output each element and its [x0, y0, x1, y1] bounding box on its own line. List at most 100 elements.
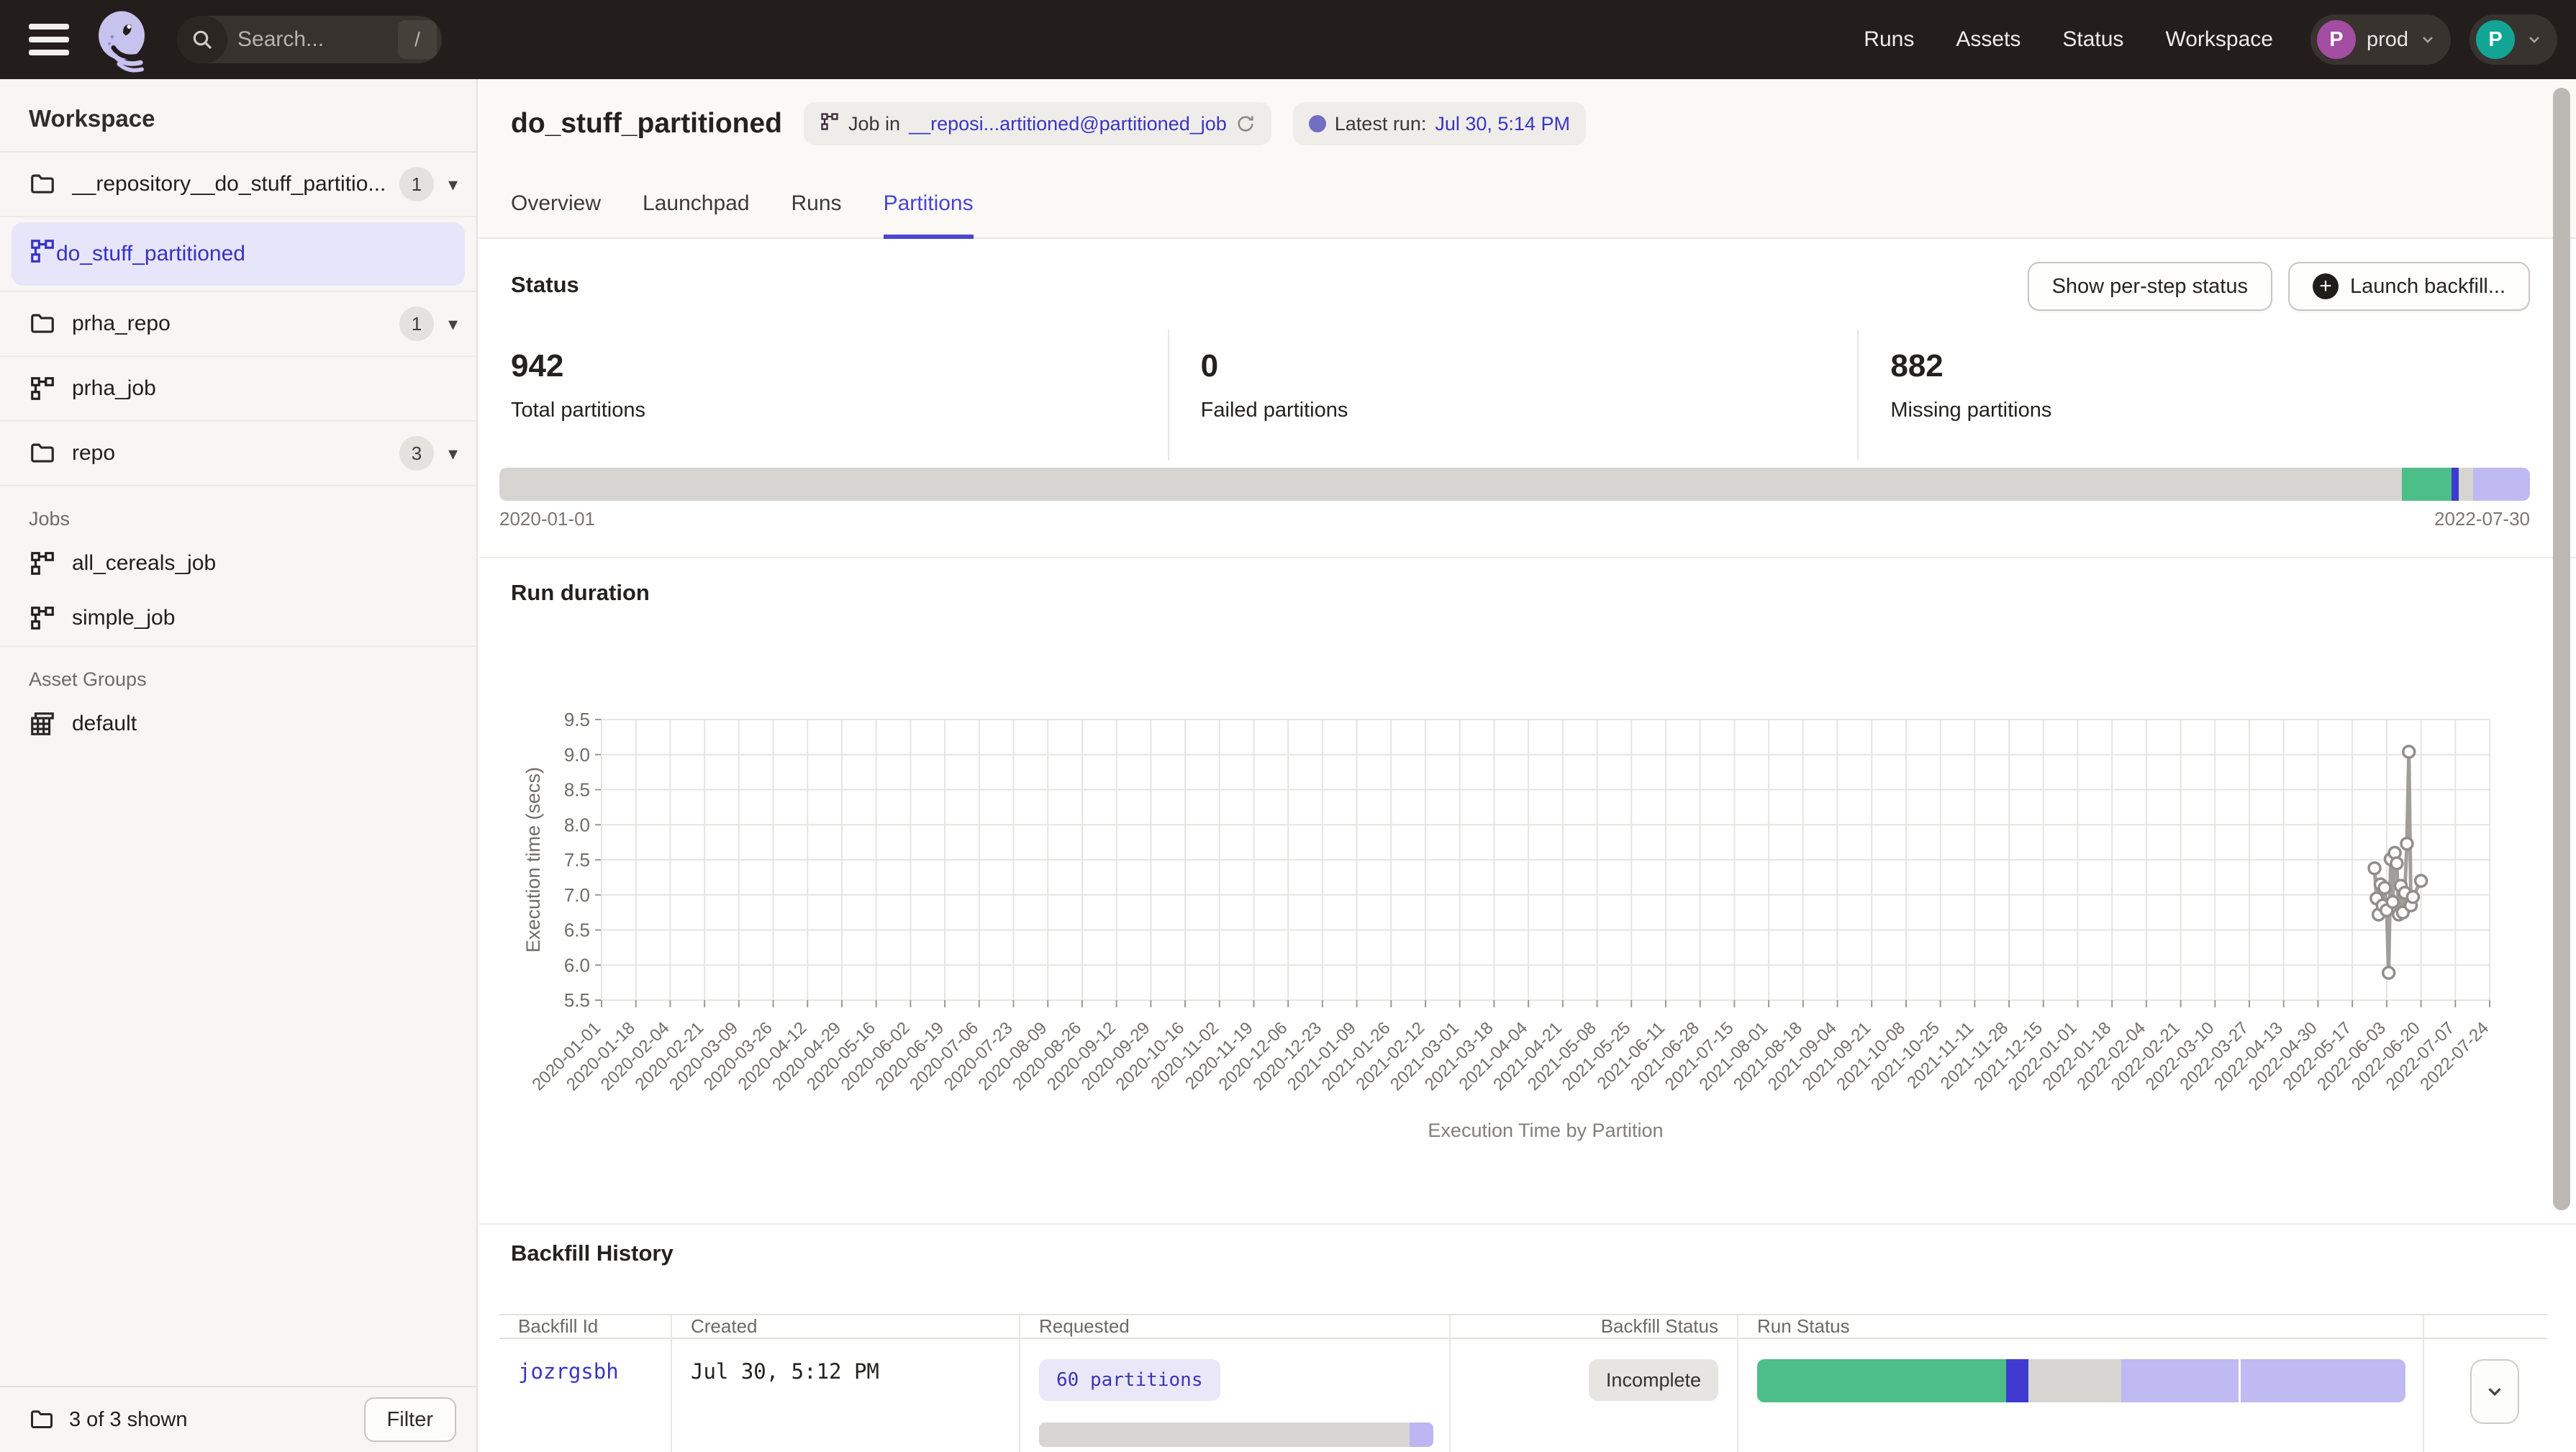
- jobs-list: all_cereals_jobsimple_job: [0, 536, 476, 645]
- data-point-marker: [2391, 858, 2403, 869]
- sidebar-item-prha_repo[interactable]: prha_repo1▾: [0, 292, 476, 357]
- row-actions-cell: [2424, 1339, 2547, 1452]
- backfill-table-header: Backfill IdCreatedRequestedBackfill Stat…: [499, 1314, 2547, 1339]
- sidebar-item-prha_job[interactable]: prha_job: [0, 357, 476, 422]
- repo-count-badge: 3: [399, 436, 434, 471]
- tab-launchpad[interactable]: Launchpad: [643, 191, 749, 239]
- partition-status-bar[interactable]: [499, 468, 2530, 501]
- tab-overview[interactable]: Overview: [511, 191, 601, 239]
- top-nav-assets[interactable]: Assets: [1956, 27, 2021, 52]
- y-tick-label: 8.5: [564, 779, 590, 801]
- backfill-id-link[interactable]: jozrgsbh: [518, 1359, 619, 1384]
- job-icon: [820, 112, 840, 137]
- backfill-table-row: jozrgsbhJul 30, 5:12 PM60 partitions2020…: [499, 1339, 2547, 1452]
- column-header-backfill-id: Backfill Id: [499, 1315, 672, 1338]
- sidebar-footer: 3 of 3 shown Filter: [0, 1386, 476, 1452]
- dagster-logo-icon[interactable]: [88, 6, 155, 73]
- user-menu[interactable]: P: [2470, 14, 2557, 65]
- workspace-sidebar: Workspace __repository__do_stuff_partiti…: [0, 79, 478, 1452]
- asset-group-icon: [29, 710, 56, 738]
- latest-run-tag: Latest run: Jul 30, 5:14 PM: [1293, 102, 1586, 145]
- deployment-avatar: P: [2317, 20, 2356, 59]
- latest-run-link[interactable]: Jul 30, 5:14 PM: [1435, 113, 1570, 135]
- latest-run-prefix: Latest run:: [1335, 113, 1427, 135]
- data-point-marker: [2383, 967, 2395, 979]
- stat-value: 942: [511, 348, 1168, 384]
- y-tick-label: 5.5: [564, 989, 590, 1011]
- segment-succeeded: [2402, 468, 2452, 501]
- created-timestamp: Jul 30, 5:12 PM: [691, 1359, 879, 1384]
- stat-value: 882: [1890, 348, 2547, 384]
- expand-row-button[interactable]: [2470, 1359, 2519, 1424]
- expand-caret-icon[interactable]: ▾: [448, 173, 458, 196]
- requested-range-bar: [1039, 1422, 1433, 1447]
- search-icon: [177, 16, 227, 63]
- filter-button[interactable]: Filter: [364, 1397, 456, 1442]
- sidebar-item-__repository__do_stuff_partitio-[interactable]: __repository__do_stuff_partitio...1▾: [0, 153, 476, 217]
- deployment-label: prod: [2367, 28, 2408, 52]
- column-header-actions: [2424, 1315, 2547, 1338]
- repo-count-badge: 1: [399, 307, 434, 341]
- repo-count-badge: 1: [399, 167, 434, 201]
- column-header-backfill-status: Backfill Status: [1451, 1315, 1738, 1338]
- folder-icon: [29, 171, 56, 198]
- top-nav-links: Runs Assets Status Workspace: [1864, 27, 2273, 52]
- sidebar-item-do_stuff_partitioned[interactable]: do_stuff_partitioned: [12, 222, 465, 286]
- stat-label: Failed partitions: [1201, 399, 1858, 422]
- job-icon: [29, 550, 56, 577]
- segment-queued: [2239, 1359, 2405, 1402]
- job-origin-prefix: Job in: [848, 113, 900, 135]
- vertical-scrollbar[interactable]: [2553, 88, 2570, 1210]
- stat-label: Total partitions: [511, 399, 1168, 422]
- y-axis-title: Execution time (secs): [522, 767, 544, 953]
- launch-backfill-button[interactable]: +Launch backfill...: [2288, 262, 2530, 311]
- y-tick-label: 6.5: [564, 920, 590, 941]
- show-per-step-status-button[interactable]: Show per-step status: [2028, 262, 2272, 311]
- deployment-switcher[interactable]: P prod: [2310, 14, 2451, 65]
- partition-range-end: 2022-07-30: [2434, 508, 2530, 530]
- folder-icon: [29, 1407, 55, 1433]
- job-header: do_stuff_partitioned Job in __reposi...a…: [479, 79, 2576, 239]
- data-point-marker: [2387, 897, 2398, 908]
- job-origin-link[interactable]: __reposi...artitioned@partitioned_job: [909, 113, 1227, 135]
- tab-partitions[interactable]: Partitions: [884, 191, 974, 239]
- search-input[interactable]: Search... /: [177, 16, 442, 63]
- top-nav-status[interactable]: Status: [2062, 27, 2123, 52]
- requested-partitions-pill[interactable]: 60 partitions: [1039, 1359, 1220, 1401]
- expand-caret-icon[interactable]: ▾: [448, 443, 458, 465]
- top-nav-runs[interactable]: Runs: [1864, 27, 1914, 52]
- sidebar-item-repo[interactable]: repo3▾: [0, 422, 476, 486]
- stat-missing-partitions: 882Missing partitions: [1857, 330, 2547, 460]
- expand-caret-icon[interactable]: ▾: [448, 313, 458, 335]
- sidebar-job-all_cereals_job[interactable]: all_cereals_job: [0, 536, 476, 591]
- sidebar-asset-group-default[interactable]: default: [0, 696, 476, 751]
- page-title: do_stuff_partitioned: [511, 108, 782, 140]
- chart-caption: Execution Time by Partition: [1428, 1120, 1663, 1141]
- column-header-created: Created: [672, 1315, 1020, 1338]
- column-header-run-status: Run Status: [1738, 1315, 2424, 1338]
- backfill-status-cell: Incomplete: [1451, 1339, 1738, 1452]
- backfill-history-heading: Backfill History: [511, 1240, 674, 1266]
- segment-missing: [2459, 468, 2473, 501]
- search-shortcut-key: /: [398, 20, 437, 59]
- backfill-id-cell: jozrgsbh: [499, 1339, 672, 1452]
- repository-list: __repository__do_stuff_partitio...1▾do_s…: [0, 151, 476, 486]
- refresh-icon[interactable]: [1235, 114, 1256, 134]
- job-icon: [29, 375, 56, 402]
- dagster-app-window: Search... / Runs Assets Status Workspace P …: [0, 0, 2576, 1452]
- segment-succeeded: [1757, 1359, 2006, 1402]
- stat-total-partitions: 942 Total partitions: [479, 330, 1168, 460]
- backfill-status-tag: Incomplete: [1589, 1359, 1718, 1401]
- hamburger-menu-icon[interactable]: [29, 24, 69, 55]
- run-status-bar[interactable]: [1757, 1359, 2405, 1402]
- segment-not-started: [2028, 1359, 2122, 1402]
- tab-runs[interactable]: Runs: [792, 191, 842, 239]
- top-nav-workspace[interactable]: Workspace: [2165, 27, 2273, 52]
- data-point-marker: [2369, 863, 2380, 874]
- run-status-dot-icon: [1309, 115, 1326, 132]
- asset-groups-section-label: Asset Groups: [0, 647, 476, 696]
- data-point-marker: [2416, 875, 2427, 886]
- job-icon: [29, 604, 56, 632]
- segment-in-progress: [2006, 1359, 2028, 1402]
- sidebar-job-simple_job[interactable]: simple_job: [0, 591, 476, 645]
